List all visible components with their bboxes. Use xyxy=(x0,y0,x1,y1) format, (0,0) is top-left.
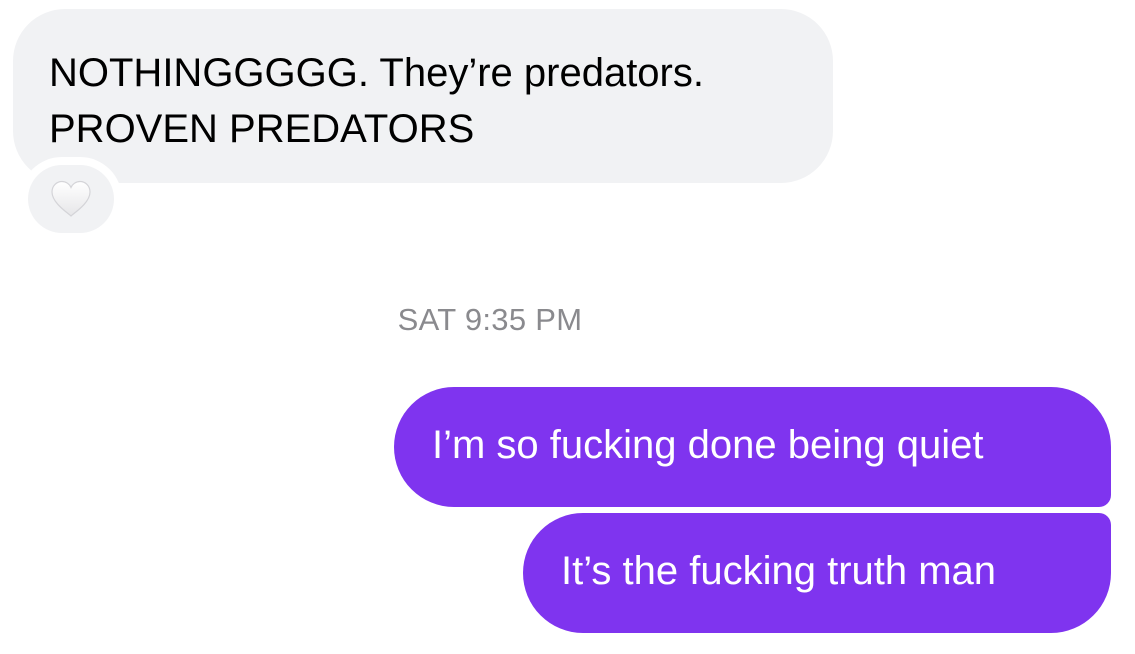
received-message-text: NOTHINGGGGG. They’re predators. PROVEN P… xyxy=(49,51,704,151)
received-message-bubble[interactable]: NOTHINGGGGG. They’re predators. PROVEN P… xyxy=(13,9,833,183)
message-thread: NOTHINGGGGG. They’re predators. PROVEN P… xyxy=(0,0,1135,654)
sent-message-text: I’m so fucking done being quiet xyxy=(432,423,984,467)
message-reaction[interactable] xyxy=(20,157,122,241)
reaction-badge xyxy=(28,165,114,233)
white-heart-icon xyxy=(51,180,91,217)
message-timestamp: SAT 9:35 PM xyxy=(397,302,583,337)
sent-message-bubble[interactable]: I’m so fucking done being quiet xyxy=(394,387,1111,507)
sent-message-text: It’s the fucking truth man xyxy=(561,549,997,593)
sent-message-bubble[interactable]: It’s the fucking truth man xyxy=(523,513,1111,633)
